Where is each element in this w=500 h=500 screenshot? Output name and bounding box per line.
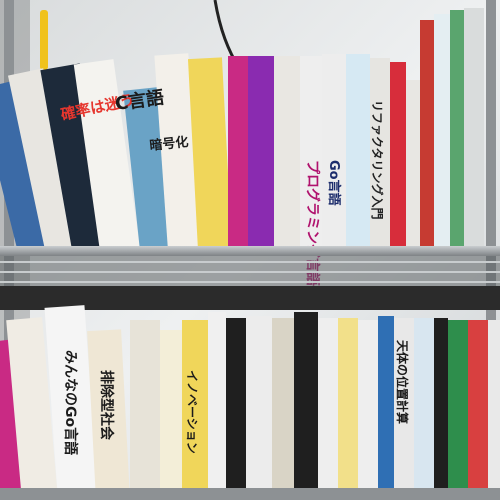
book-spine [228, 56, 248, 250]
top-shelf-wire [0, 246, 500, 286]
book-spine [338, 318, 358, 500]
bottom-shelf-wire [0, 488, 500, 500]
spine-text: イノベーション [185, 370, 199, 454]
spine-text: リファクタリング入門 [370, 100, 385, 220]
book-spine [414, 318, 434, 500]
spine-text: Go言語 [326, 160, 342, 206]
book-spine [464, 8, 484, 250]
book-spine [488, 320, 500, 500]
book-spine [248, 56, 274, 250]
book-spine [406, 80, 420, 250]
book-spine [322, 54, 346, 250]
book-spine [246, 316, 272, 500]
book-spine [208, 312, 226, 500]
book-spine [130, 320, 160, 500]
book-spine [318, 318, 338, 500]
book-spine [274, 56, 300, 250]
bookshelf-photo: 確率は迷う C言語 暗号化 プログラミング言語Go Go言語 リファクタリング入… [0, 0, 500, 500]
spine-text: 天体の位置計算 [395, 340, 410, 424]
bottom-shelf-books: みんなのGo言語 排除型社会 イノベーション 天体の位置計算 [0, 305, 500, 500]
book-spine [450, 10, 464, 250]
book-spine [226, 318, 246, 500]
spine-text: みんなのGo言語 [62, 350, 79, 455]
book-spine [358, 320, 378, 500]
book-spine [468, 320, 488, 500]
yellow-clip [40, 10, 48, 70]
book-spine [434, 318, 448, 500]
book-spine [160, 330, 182, 500]
book-spine [390, 62, 406, 250]
book-spine [272, 318, 294, 500]
book-spine [434, 14, 450, 250]
book-spine [294, 312, 318, 500]
book-spine [448, 320, 468, 500]
spine-text: 排除型社会 [98, 370, 115, 441]
book-spine [378, 316, 394, 500]
book-spine [346, 54, 370, 250]
photo-svg: 確率は迷う C言語 暗号化 プログラミング言語Go Go言語 リファクタリング入… [0, 0, 500, 500]
book-spine [420, 20, 434, 250]
